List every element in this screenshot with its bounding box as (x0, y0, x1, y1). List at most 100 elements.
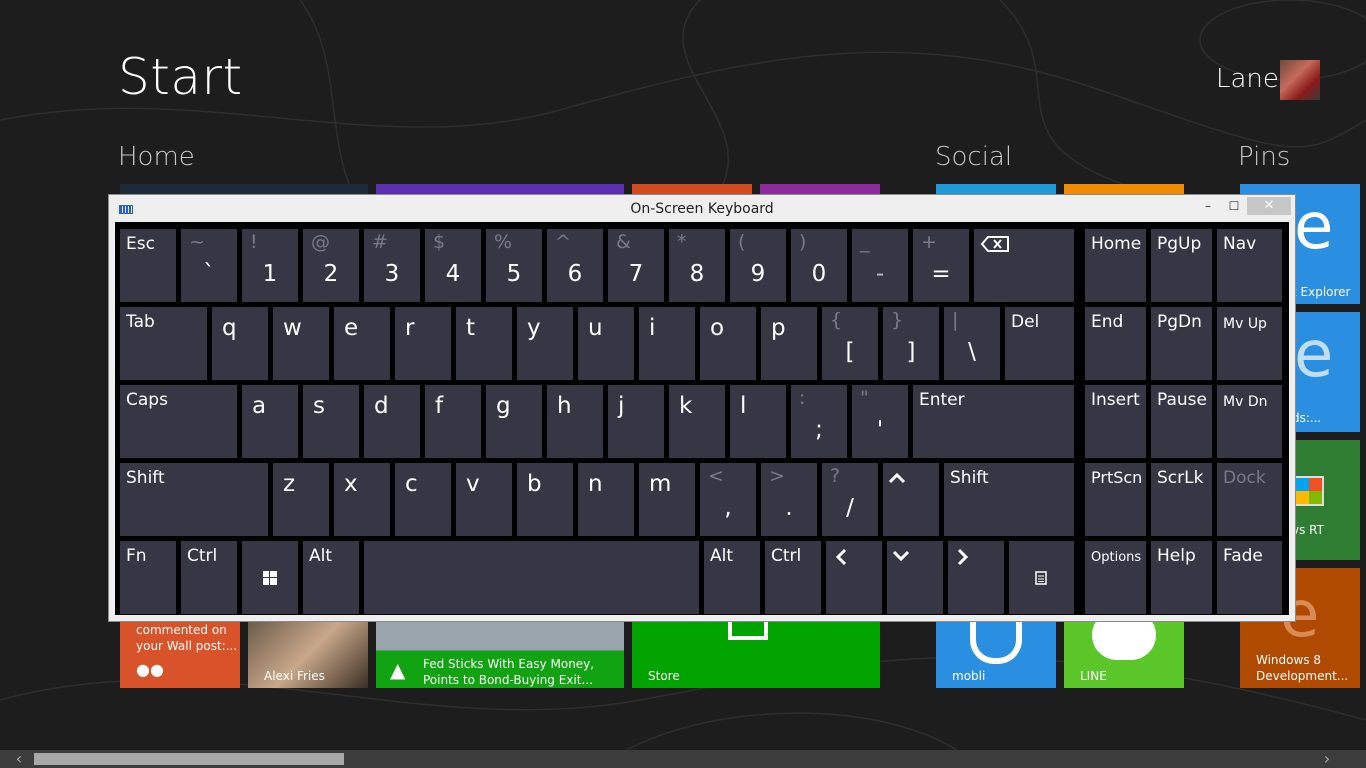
close-button[interactable]: ✕ (1247, 197, 1291, 215)
key-b[interactable]: b (517, 463, 573, 536)
tile-facebook[interactable]: commented on your Wall post:... ●● (120, 620, 240, 688)
key-menu[interactable] (1009, 541, 1074, 614)
key-mv-up[interactable]: Mv Up (1217, 307, 1282, 380)
key-pause[interactable]: Pause (1151, 385, 1212, 458)
key-o[interactable]: o (700, 307, 756, 380)
key-quote[interactable]: " ' (852, 385, 908, 458)
key-del[interactable]: Del (1005, 307, 1074, 380)
scroll-left-icon[interactable]: ‹ (8, 750, 30, 768)
group-pins[interactable]: Pins (1238, 142, 1290, 172)
key-insert[interactable]: Insert (1085, 385, 1146, 458)
minimize-button[interactable]: – (1195, 197, 1221, 215)
key-comma[interactable]: <, (700, 463, 756, 536)
key-n[interactable]: n (578, 463, 634, 536)
key-ctrl[interactable]: Ctrl (181, 541, 237, 614)
scroll-thumb[interactable] (34, 753, 344, 765)
key-z[interactable]: z (273, 463, 329, 536)
key-backtick[interactable]: ~ ` (181, 229, 237, 302)
key-backspace[interactable] (974, 229, 1074, 302)
start-scrollbar[interactable]: ‹ › (0, 750, 1366, 768)
key-v[interactable]: v (456, 463, 512, 536)
key-pgup[interactable]: PgUp (1151, 229, 1212, 302)
key-end[interactable]: End (1085, 307, 1146, 380)
key-left-shift[interactable]: Shift (120, 463, 268, 536)
key-d[interactable]: d (364, 385, 420, 458)
key-l[interactable]: l (730, 385, 786, 458)
key-q[interactable]: q (212, 307, 268, 380)
key-scrlk[interactable]: ScrLk (1151, 463, 1212, 536)
key-j[interactable]: j (608, 385, 664, 458)
key-equals[interactable]: + = (913, 229, 969, 302)
key-s[interactable]: s (303, 385, 359, 458)
options-button[interactable]: Options (1085, 541, 1146, 614)
fade-button[interactable]: Fade (1217, 541, 1282, 614)
key-2[interactable]: @2 (303, 229, 359, 302)
group-social[interactable]: Social (935, 142, 1012, 172)
key-m[interactable]: m (639, 463, 695, 536)
key-caps[interactable]: Caps (120, 385, 237, 458)
tile-alexi-photo[interactable]: Alexi Fries (248, 620, 368, 688)
user-avatar[interactable] (1280, 60, 1320, 100)
key-9[interactable]: (9 (730, 229, 786, 302)
key-space[interactable] (364, 541, 699, 614)
key-0[interactable]: ) 0 (791, 229, 847, 302)
key-backslash[interactable]: | \ (944, 307, 1000, 380)
key-left-bracket[interactable]: {[ (822, 307, 878, 380)
key-fn[interactable]: Fn (120, 541, 176, 614)
key-semicolon[interactable]: :; (791, 385, 847, 458)
help-button[interactable]: Help (1151, 541, 1212, 614)
key-right-arrow[interactable] (948, 541, 1004, 614)
key-i[interactable]: i (639, 307, 695, 380)
key-u[interactable]: u (578, 307, 634, 380)
key-g[interactable]: g (486, 385, 542, 458)
key-minus[interactable]: _ - (852, 229, 908, 302)
key-right-shift[interactable]: Shift (944, 463, 1074, 536)
key-alt[interactable]: Alt (303, 541, 359, 614)
key-e[interactable]: e (334, 307, 390, 380)
on-screen-keyboard-window[interactable]: On-Screen Keyboard – ☐ ✕ Esc ~ ` ! 1 @2 #3… (108, 194, 1296, 622)
key-slash[interactable]: ? / (822, 463, 878, 536)
tile-store[interactable]: Store (632, 620, 880, 688)
key-alt-right[interactable]: Alt (704, 541, 760, 614)
key-4[interactable]: $4 (425, 229, 481, 302)
key-ctrl-right[interactable]: Ctrl (765, 541, 821, 614)
key-up-arrow[interactable] (883, 463, 939, 536)
key-c[interactable]: c (395, 463, 451, 536)
key-h[interactable]: h (547, 385, 603, 458)
key-left-arrow[interactable] (826, 541, 882, 614)
key-8[interactable]: * 8 (669, 229, 725, 302)
osk-titlebar[interactable]: On-Screen Keyboard – ☐ ✕ (109, 195, 1295, 223)
key-enter[interactable]: Enter (913, 385, 1074, 458)
maximize-button[interactable]: ☐ (1221, 197, 1247, 215)
key-p[interactable]: p (761, 307, 817, 380)
key-k[interactable]: k (669, 385, 725, 458)
key-tab[interactable]: Tab (120, 307, 207, 380)
key-r[interactable]: r (395, 307, 451, 380)
key-y[interactable]: y (517, 307, 573, 380)
group-home[interactable]: Home (118, 142, 195, 172)
key-3[interactable]: #3 (364, 229, 420, 302)
key-mv-dn[interactable]: Mv Dn (1217, 385, 1282, 458)
key-right-bracket[interactable]: }] (883, 307, 939, 380)
key-t[interactable]: t (456, 307, 512, 380)
key-home[interactable]: Home (1085, 229, 1146, 302)
key-5[interactable]: % 5 (486, 229, 542, 302)
key-esc[interactable]: Esc (120, 229, 176, 302)
scroll-right-icon[interactable]: › (1316, 750, 1338, 768)
key-x[interactable]: x (334, 463, 390, 536)
key-a[interactable]: a (242, 385, 298, 458)
tile-news[interactable]: ▲ Fed Sticks With Easy Money, Points to B… (376, 620, 624, 688)
key-f[interactable]: f (425, 385, 481, 458)
user-name[interactable]: Lane (1216, 64, 1279, 94)
key-down-arrow[interactable] (887, 541, 943, 614)
key-dock[interactable]: Dock (1217, 463, 1282, 536)
key-windows[interactable] (242, 541, 298, 614)
key-w[interactable]: w (273, 307, 329, 380)
key-prtscn[interactable]: PrtScn (1085, 463, 1146, 536)
key-1[interactable]: ! 1 (242, 229, 298, 302)
key-7[interactable]: & 7 (608, 229, 664, 302)
key-pgdn[interactable]: PgDn (1151, 307, 1212, 380)
tile-line[interactable]: LINE (1064, 620, 1184, 688)
key-nav[interactable]: Nav (1217, 229, 1282, 302)
key-6[interactable]: ^ 6 (547, 229, 603, 302)
